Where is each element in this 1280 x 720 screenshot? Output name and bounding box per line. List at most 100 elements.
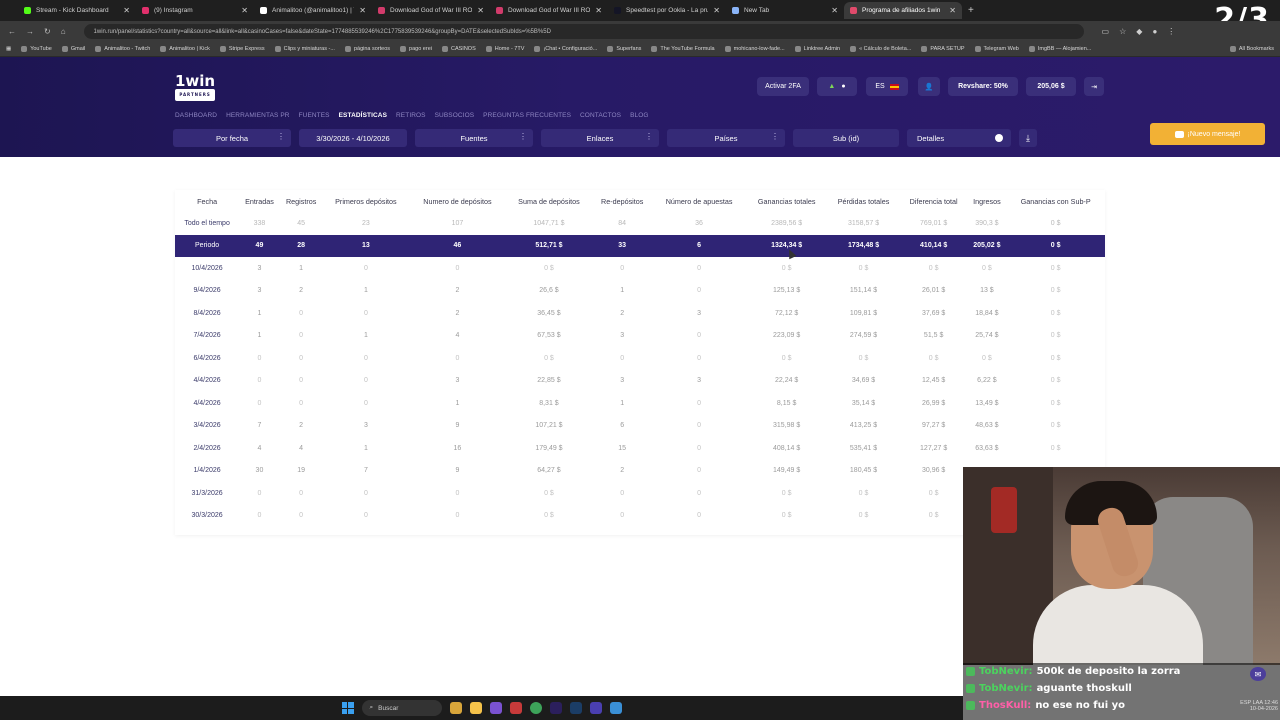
back-icon[interactable]: ← bbox=[8, 27, 16, 36]
address-bar[interactable]: 1win.run/panel/statistics?country=all&so… bbox=[83, 24, 1084, 39]
nav-item[interactable]: ESTADÍSTICAS bbox=[339, 112, 387, 119]
browser-tab[interactable]: Animalitoo (@animalitoo1) | TikTok ✕ bbox=[254, 2, 372, 19]
bookmark-favicon-icon bbox=[441, 46, 448, 52]
bookmark-item[interactable]: CASINOS bbox=[441, 46, 476, 52]
bookmark-item[interactable]: página sorteos bbox=[344, 46, 390, 52]
reload-icon[interactable]: ↻ bbox=[44, 27, 51, 36]
nav-item[interactable]: BLOG bbox=[630, 112, 648, 119]
chrome-icon[interactable] bbox=[529, 702, 542, 714]
discord-icon[interactable] bbox=[489, 702, 502, 714]
bookmark-item[interactable]: pago erei bbox=[400, 46, 432, 52]
bookmark-item[interactable]: The YouTube Formula bbox=[651, 46, 715, 52]
browser-tab[interactable]: Download God of War III ROM ✕ bbox=[490, 2, 608, 19]
browser-tab[interactable]: Download God of War III ROM ✕ bbox=[372, 2, 490, 19]
bookmark-item[interactable]: Home - 7TV bbox=[485, 46, 524, 52]
by-date-filter[interactable]: Por fecha ⋮ bbox=[173, 129, 291, 147]
nav-item[interactable]: CONTACTOS bbox=[580, 112, 621, 119]
app-icon[interactable] bbox=[509, 702, 522, 714]
countries-filter[interactable]: Países ⋮ bbox=[667, 129, 785, 147]
column-header[interactable]: Número de apuestas bbox=[652, 190, 746, 212]
bookmark-item[interactable]: Clips y miniaturas -... bbox=[274, 46, 335, 52]
download-button[interactable]: ⤓ bbox=[1019, 129, 1037, 147]
logo[interactable]: 1win PARTNERS bbox=[175, 74, 216, 101]
menu-icon[interactable]: ⋮ bbox=[1167, 27, 1175, 36]
column-header[interactable]: Diferencia total bbox=[900, 190, 968, 212]
tab-close-icon[interactable]: ✕ bbox=[359, 6, 366, 15]
activate-2fa-button[interactable]: Activar 2FA bbox=[757, 77, 809, 96]
column-header[interactable]: Ganancias con Sub-P bbox=[1006, 190, 1105, 212]
bookmark-item[interactable]: mohicano-low-fade... bbox=[724, 46, 785, 52]
bookmark-item[interactable]: YouTube bbox=[21, 46, 52, 52]
bookmark-item[interactable]: ¡Chat • Configuració... bbox=[534, 46, 597, 52]
language-selector[interactable]: ES bbox=[866, 77, 908, 96]
browser-tab[interactable]: (9) Instagram ✕ bbox=[136, 2, 254, 19]
taskbar-search[interactable]: ⌕ Buscar bbox=[361, 700, 442, 716]
column-header[interactable]: Suma de depósitos bbox=[506, 190, 593, 212]
tab-close-icon[interactable]: ✕ bbox=[713, 6, 720, 15]
column-header[interactable]: Registros bbox=[280, 190, 323, 212]
bookmark-item[interactable]: PARA SETUP bbox=[921, 46, 965, 52]
profile-icon[interactable]: ● bbox=[1152, 27, 1157, 36]
column-header[interactable]: Re-depósitos bbox=[592, 190, 652, 212]
column-header[interactable]: Pérdidas totales bbox=[827, 190, 900, 212]
nav-item[interactable]: PREGUNTAS FRECUENTES bbox=[483, 112, 571, 119]
new-message-button[interactable]: ¡Nuevo mensaje! bbox=[1150, 123, 1265, 145]
app-download-button[interactable]: ▲ ● bbox=[817, 77, 857, 96]
all-bookmarks-button[interactable]: All Bookmarks bbox=[1229, 46, 1274, 52]
file-explorer-icon[interactable] bbox=[469, 702, 482, 714]
balance-badge[interactable]: 205,06 $ bbox=[1026, 77, 1076, 96]
tab-close-icon[interactable]: ✕ bbox=[949, 6, 956, 15]
browser-tab[interactable]: Speedtest por Ookla - La prueba ✕ bbox=[608, 2, 726, 19]
app-icon[interactable] bbox=[589, 702, 602, 714]
column-header[interactable]: Ganancias totales bbox=[746, 190, 827, 212]
forward-icon[interactable]: → bbox=[26, 27, 34, 36]
nav-item[interactable]: DASHBOARD bbox=[175, 112, 217, 119]
column-header[interactable]: Numero de depósitos bbox=[409, 190, 505, 212]
tray-date[interactable]: 10-04-2026 bbox=[1250, 706, 1278, 712]
column-header[interactable]: Entradas bbox=[239, 190, 280, 212]
column-header[interactable]: Fecha bbox=[175, 190, 239, 212]
game-app-icon[interactable] bbox=[449, 702, 462, 714]
envelope-icon[interactable]: ✉ bbox=[1250, 667, 1266, 681]
bookmark-item[interactable]: « Cálculo de Boleta... bbox=[850, 46, 911, 52]
details-toggle[interactable]: Detalles bbox=[907, 129, 1011, 147]
bookmark-star-icon[interactable]: ☆ bbox=[1119, 27, 1126, 36]
nav-item[interactable]: HERRAMIENTAS PR bbox=[226, 112, 290, 119]
nav-item[interactable]: RETIROS bbox=[396, 112, 426, 119]
bookmark-item[interactable]: Animalitoo | Kick bbox=[160, 46, 210, 52]
premiere-icon[interactable] bbox=[549, 702, 562, 714]
bookmark-item[interactable]: Telegram Web bbox=[974, 46, 1019, 52]
sub-id-filter[interactable]: Sub (id) bbox=[793, 129, 899, 147]
logout-button[interactable]: ⇥ bbox=[1084, 77, 1104, 96]
apps-icon[interactable]: ▦ bbox=[6, 46, 11, 52]
tab-close-icon[interactable]: ✕ bbox=[241, 6, 248, 15]
nav-item[interactable]: SUBSOCIOS bbox=[435, 112, 475, 119]
bookmark-item[interactable]: Linktree Admin bbox=[794, 46, 840, 52]
photoshop-icon[interactable] bbox=[569, 702, 582, 714]
sources-filter[interactable]: Fuentes ⋮ bbox=[415, 129, 533, 147]
new-tab-button[interactable]: + bbox=[962, 5, 974, 16]
cast-icon[interactable]: ▭ bbox=[1102, 27, 1110, 36]
browser-tab[interactable]: New Tab ✕ bbox=[726, 2, 844, 19]
bookmark-item[interactable]: ImgBB — Alojamien... bbox=[1028, 46, 1091, 52]
tab-close-icon[interactable]: ✕ bbox=[831, 6, 838, 15]
user-button[interactable]: 👤 bbox=[918, 77, 940, 96]
extension-icon[interactable]: ◆ bbox=[1136, 27, 1142, 36]
column-header[interactable]: Primeros depósitos bbox=[323, 190, 410, 212]
bookmark-item[interactable]: Gmail bbox=[61, 46, 85, 52]
tab-close-icon[interactable]: ✕ bbox=[477, 6, 484, 15]
tab-close-icon[interactable]: ✕ bbox=[595, 6, 602, 15]
tab-close-icon[interactable]: ✕ bbox=[123, 6, 130, 15]
bookmark-item[interactable]: Superfans bbox=[607, 46, 641, 52]
date-range-picker[interactable]: 3/30/2026 - 4/10/2026 bbox=[299, 129, 407, 147]
links-filter[interactable]: Enlaces ⋮ bbox=[541, 129, 659, 147]
bookmark-item[interactable]: Stripe Express bbox=[219, 46, 265, 52]
home-icon[interactable]: ⌂ bbox=[61, 27, 66, 36]
browser-tab[interactable]: Programa de afiliados 1win ✕ bbox=[844, 2, 962, 19]
telegram-icon[interactable] bbox=[609, 702, 622, 714]
nav-item[interactable]: FUENTES bbox=[299, 112, 330, 119]
windows-start-icon[interactable] bbox=[341, 702, 354, 714]
browser-tab[interactable]: Stream - Kick Dashboard ✕ bbox=[18, 2, 136, 19]
bookmark-item[interactable]: Animalitoo - Twitch bbox=[95, 46, 150, 52]
column-header[interactable]: Ingresos bbox=[967, 190, 1006, 212]
